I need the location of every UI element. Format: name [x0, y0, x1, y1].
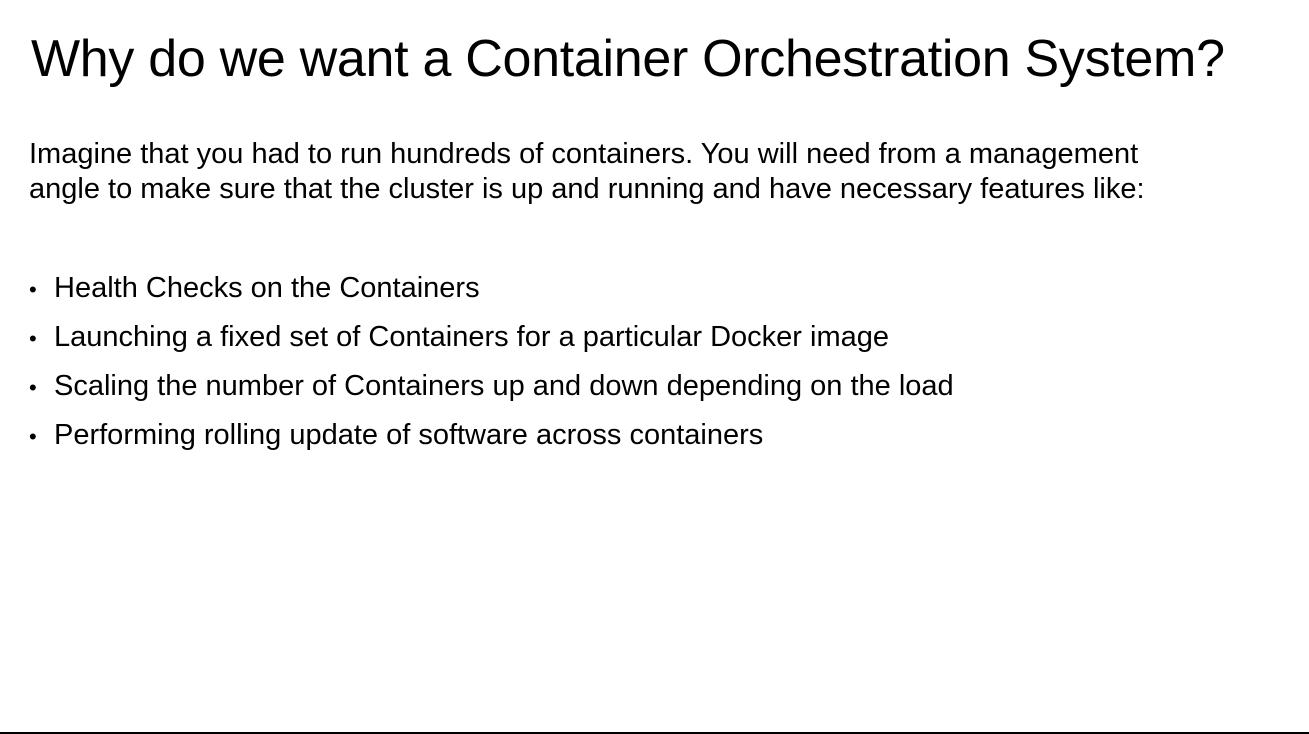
list-item-text: Health Checks on the Containers	[54, 272, 480, 304]
bullet-list: • Health Checks on the Containers • Laun…	[29, 268, 1259, 464]
slide: Why do we want a Container Orchestration…	[0, 0, 1309, 734]
bullet-icon: •	[29, 424, 37, 449]
list-item: • Health Checks on the Containers	[29, 268, 1259, 317]
bullet-icon: •	[29, 375, 37, 400]
list-item-text: Launching a fixed set of Containers for …	[54, 321, 889, 353]
list-item: • Launching a fixed set of Containers fo…	[29, 317, 1259, 366]
bullet-icon: •	[29, 277, 37, 302]
bullet-icon: •	[29, 326, 37, 351]
list-item: • Performing rolling update of software …	[29, 415, 1259, 464]
intro-paragraph: Imagine that you had to run hundreds of …	[29, 137, 1259, 207]
intro-line-1: Imagine that you had to run hundreds of …	[29, 138, 1139, 170]
list-item: • Scaling the number of Containers up an…	[29, 366, 1259, 415]
list-item-text: Performing rolling update of software ac…	[54, 419, 764, 451]
list-item-text: Scaling the number of Containers up and …	[54, 370, 954, 402]
intro-line-2: angle to make sure that the cluster is u…	[29, 173, 1145, 205]
slide-title: Why do we want a Container Orchestration…	[31, 30, 1225, 88]
